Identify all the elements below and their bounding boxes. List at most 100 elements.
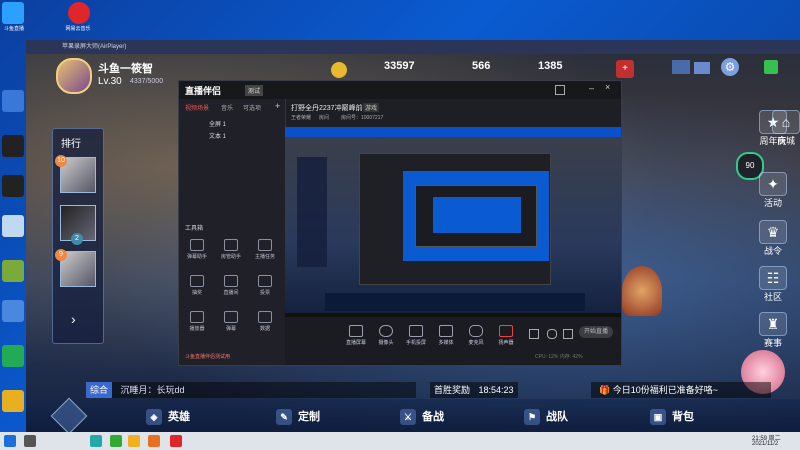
chevron-right-icon[interactable]: › <box>71 311 76 327</box>
menu-tournament[interactable]: ♜ 赛事 <box>748 312 798 349</box>
app-icon[interactable] <box>2 345 24 367</box>
community-icon: ☷ <box>759 266 787 290</box>
preview-nested-deep <box>433 197 521 233</box>
tool-player[interactable]: 播放器 <box>183 311 211 332</box>
tool-vote[interactable]: 投票 <box>251 275 279 296</box>
taskbar-date: 2021/11/2 <box>752 441 779 447</box>
nav-hero[interactable]: ◈ 英雄 <box>146 407 190 427</box>
tool-admin-helper[interactable]: 房管助手 <box>217 239 245 260</box>
tool-room[interactable]: 直播间 <box>217 275 245 296</box>
livestream-window: 直播伴侣 测试 – × 视频场景 音乐 可选项 + 全屏 1 文本 1 工具箱 … <box>178 80 622 366</box>
tool-danmu[interactable]: 弹幕 <box>217 311 245 332</box>
mail-icon[interactable] <box>694 62 710 74</box>
plus-icon[interactable]: + <box>616 60 634 78</box>
media-button[interactable]: 多媒体 <box>433 325 459 346</box>
edge-icon[interactable] <box>90 435 102 447</box>
gold-coin-icon <box>331 62 347 78</box>
notice-bar[interactable]: 🎁 今日10份福利已准备好咯~ <box>591 382 771 398</box>
rank-panel[interactable]: 排行 10 2 9 › <box>52 128 104 344</box>
app-icon[interactable] <box>2 300 24 322</box>
search-icon[interactable] <box>24 435 36 447</box>
hero-emblem <box>622 266 662 316</box>
tool-danmu-helper[interactable]: 弹幕助手 <box>183 239 211 260</box>
record-icon[interactable] <box>529 329 539 339</box>
chat-channel: 综合 <box>86 382 113 398</box>
camera-button[interactable]: 摄像头 <box>373 325 399 346</box>
menu-community[interactable]: ☷ 社区 <box>748 266 798 303</box>
microphone-button[interactable]: 麦克风 <box>463 325 489 346</box>
trophy-icon: ♜ <box>759 312 787 336</box>
chat-bar[interactable]: 综合 沉睡月：长玩dd <box>86 382 416 398</box>
folder-icon[interactable] <box>128 435 140 447</box>
app-icon[interactable] <box>2 175 24 197</box>
nav-custom[interactable]: ✎ 定制 <box>276 407 320 427</box>
add-icon[interactable]: + <box>275 101 280 111</box>
start-stream-button[interactable]: 开始直播 <box>579 326 613 338</box>
rank-badge: 10 <box>55 155 67 167</box>
toolbox-header: 工具箱 <box>185 226 204 232</box>
player-level: Lv.30 <box>98 76 122 87</box>
test-badge: 测试 <box>245 85 264 96</box>
pass-icon: ♛ <box>759 220 787 244</box>
tab-options[interactable]: 可选项 <box>243 103 261 112</box>
start-icon[interactable] <box>4 435 16 447</box>
livestream-toolbar: 直播屏幕 摄像头 手机投屏 多媒体 麦克风 扬声器 开始直播 CPU: 12% … <box>285 317 621 365</box>
rank-badge: 9 <box>55 249 67 261</box>
diamond-icon[interactable] <box>50 397 88 432</box>
notice-text: 今日10份福利已准备好咯~ <box>612 385 719 395</box>
livestream-titlebar: 直播伴侣 测试 – × <box>179 81 621 99</box>
rank-badge: 2 <box>71 233 83 245</box>
status-text: CPU: 12% 内存: 42% <box>535 354 583 360</box>
netease-music-icon[interactable] <box>170 435 182 447</box>
avatar[interactable] <box>56 58 92 94</box>
nav-prepare[interactable]: ⚔ 备战 <box>400 407 444 427</box>
app-name: 直播伴侣 <box>185 86 222 96</box>
stream-preview <box>285 127 621 317</box>
speaker-button[interactable]: 扬声器 <box>493 325 519 346</box>
menu-pass[interactable]: ♛ 战令 <box>748 220 798 257</box>
folder-icon[interactable] <box>2 390 24 412</box>
airplayer-title: 苹果录屏大师(AirPlayer) <box>62 44 127 50</box>
netease-music-icon[interactable] <box>68 2 90 24</box>
preview-bottom-nav <box>325 293 585 311</box>
close-icon[interactable]: × <box>605 82 610 92</box>
nav-bag[interactable]: ▣ 背包 <box>650 407 694 427</box>
app-icon[interactable] <box>2 135 24 157</box>
preview-taskbar <box>285 127 621 137</box>
gear-icon[interactable]: ⚙ <box>721 58 739 76</box>
preview-rank-panel <box>297 157 327 267</box>
douyu-icon[interactable] <box>2 2 24 24</box>
gear-icon[interactable] <box>563 329 573 339</box>
app-icon[interactable] <box>2 90 24 112</box>
room-tag[interactable]: 游戏 <box>363 103 380 112</box>
team-icon: ⚑ <box>524 409 540 426</box>
tool-data[interactable]: 数据 <box>251 311 279 332</box>
tool-lottery[interactable]: 抽奖 <box>183 275 211 296</box>
settings-icon[interactable] <box>555 85 565 95</box>
phone-cast-button[interactable]: 手机投屏 <box>403 325 429 346</box>
scene-item[interactable]: 全屏 1 <box>209 119 226 128</box>
tab-scene[interactable]: 视频场景 <box>185 103 209 112</box>
nav-team[interactable]: ⚑ 战队 <box>524 407 568 427</box>
custom-icon: ✎ <box>276 409 292 426</box>
tool-task[interactable]: 主播任务 <box>251 239 279 260</box>
app-icon[interactable] <box>2 260 24 282</box>
desktop-icon-label: 斗鱼直播 <box>3 26 24 32</box>
minimize-icon[interactable]: – <box>589 83 594 93</box>
tab-music[interactable]: 音乐 <box>221 103 233 112</box>
app-icon[interactable] <box>110 435 122 447</box>
menu-shop[interactable]: ⌂ 商城 <box>761 110 800 147</box>
video-icon[interactable] <box>672 60 690 74</box>
room-game: 王者荣耀 <box>291 115 312 121</box>
gift-icon: ✦ <box>759 172 787 196</box>
bag-icon: ▣ <box>650 409 666 426</box>
app-icon[interactable] <box>148 435 160 447</box>
menu-activity[interactable]: ✦ 活动 <box>748 172 798 209</box>
first-win-reward[interactable]: 首胜奖励 18:54:23 <box>430 382 518 398</box>
scene-item[interactable]: 文本 1 <box>209 131 226 140</box>
screen-capture-button[interactable]: 直播屏幕 <box>343 325 369 346</box>
chat-message: 沉睡月：长玩dd <box>120 385 185 395</box>
taskbar: 21:59 周二 2021/11/2 <box>0 432 800 450</box>
mute-icon[interactable] <box>547 329 557 339</box>
app-icon[interactable] <box>2 215 24 237</box>
